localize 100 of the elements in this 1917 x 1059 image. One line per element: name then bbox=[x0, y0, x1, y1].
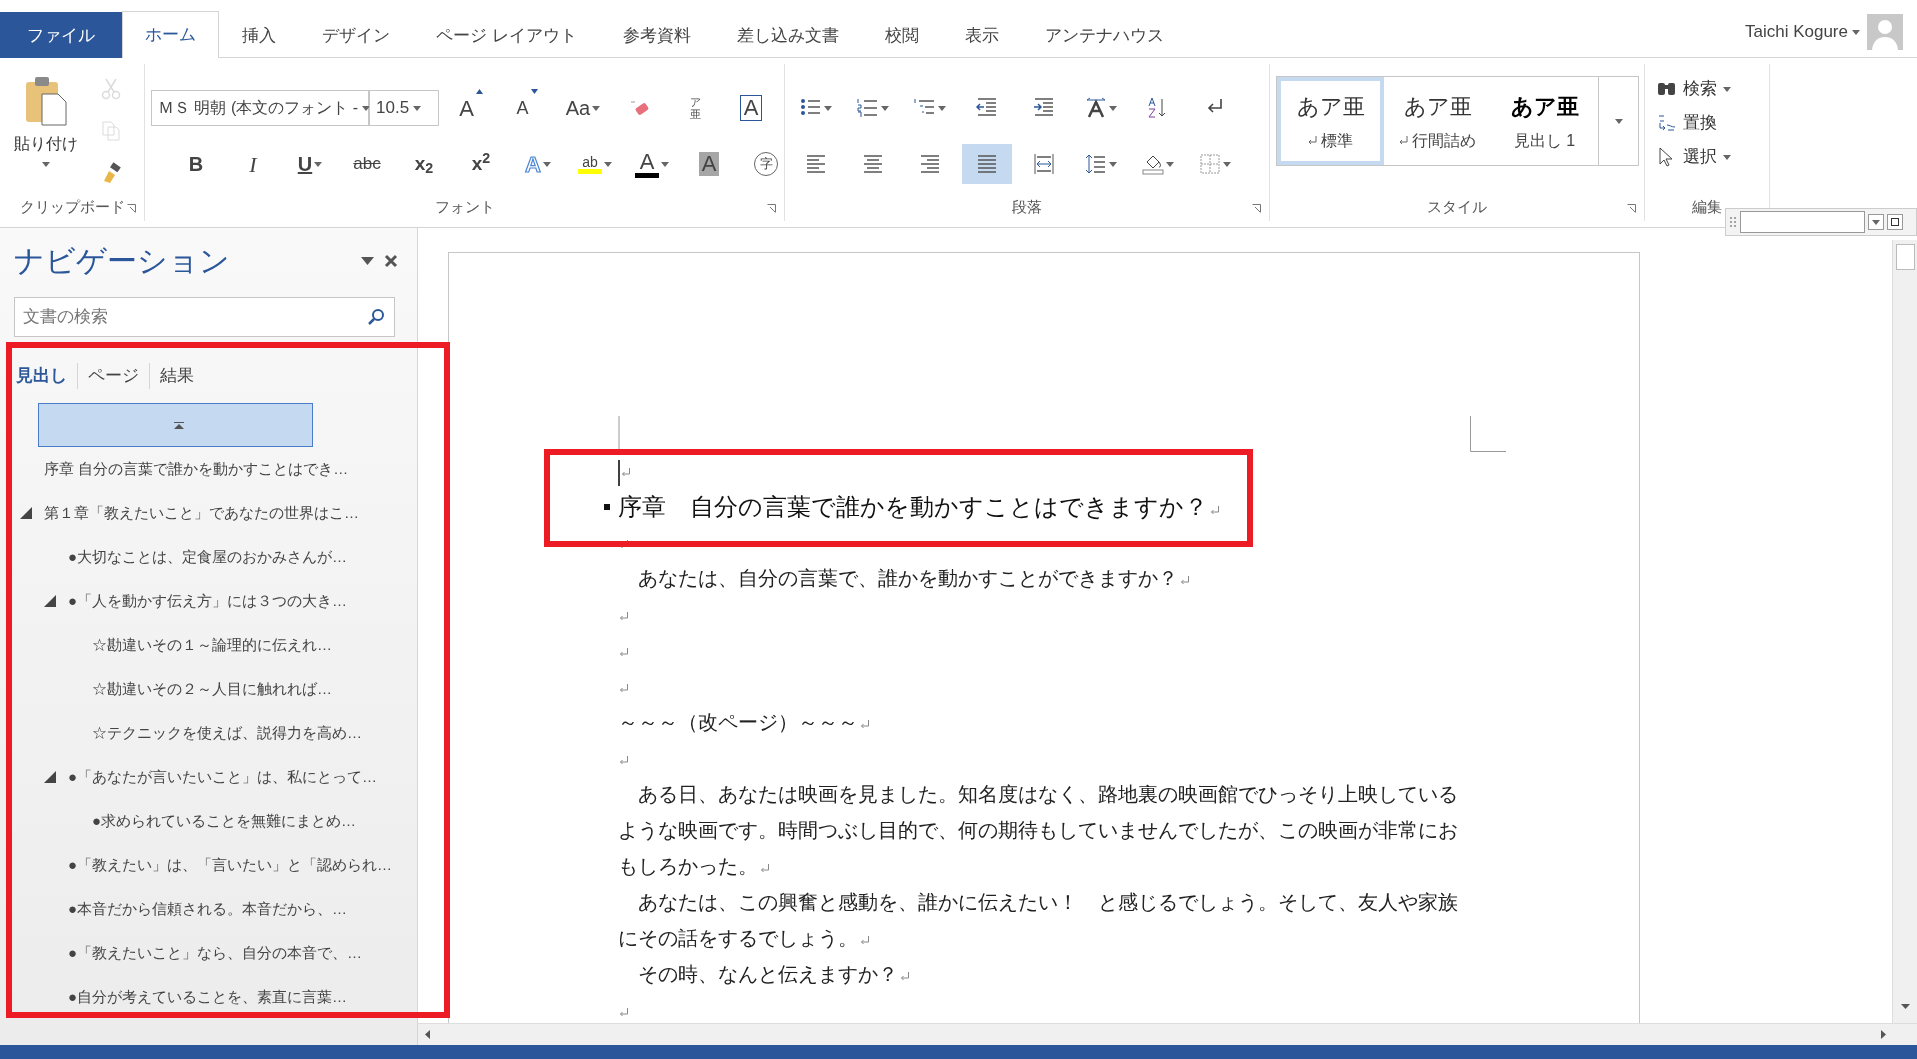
character-shading-button[interactable]: A bbox=[684, 144, 734, 184]
bold-button[interactable]: B bbox=[171, 144, 221, 184]
dropdown-button[interactable] bbox=[1868, 214, 1884, 230]
select-button[interactable]: 選択 bbox=[1651, 140, 1737, 174]
group-label: 段落 bbox=[1012, 196, 1042, 217]
dialog-launcher-icon bbox=[1627, 204, 1636, 213]
ribbon-tab[interactable]: デザイン bbox=[299, 12, 413, 58]
crop-mark bbox=[1470, 416, 1506, 452]
find-button[interactable]: 検索 bbox=[1651, 72, 1737, 106]
style-item[interactable]: あア亜 標準 bbox=[1277, 77, 1384, 165]
paragraph-text: ある日、あなたは映画を見ました。知名度はなく、路地裏の映画館でひっそり上映しているような映画です。時間つぶし目的で、何の期待もしていませんでしたが、この映画が非常におもしろかった。 bbox=[618, 777, 1470, 885]
strikethrough-button[interactable]: abc bbox=[342, 144, 392, 184]
letter-a-arrows-icon bbox=[1085, 97, 1107, 119]
caret-icon bbox=[1872, 219, 1880, 225]
grip-icon bbox=[1729, 216, 1737, 228]
copy-icon bbox=[101, 120, 121, 142]
caret-icon bbox=[361, 257, 374, 266]
heading-item[interactable]: ●本音だから信頼される。本音だから、… bbox=[0, 887, 417, 931]
replace-button[interactable]: 置換 bbox=[1651, 106, 1737, 140]
grow-font-button[interactable]: A bbox=[446, 88, 496, 128]
left-arrow-icon bbox=[425, 1030, 430, 1039]
justify-button[interactable] bbox=[962, 144, 1012, 184]
font-name-value: ＭＳ 明朝 (本文のフォント - bbox=[158, 98, 358, 118]
heading-item[interactable]: 第１章「教えたいこと」であなたの世界はこ… bbox=[0, 491, 417, 535]
heading-item[interactable]: ●「教えたい」は、「言いたい」と「認められ… bbox=[0, 843, 417, 887]
paste-button[interactable]: 貼り付け bbox=[6, 64, 86, 194]
caret-icon bbox=[413, 105, 422, 111]
justify-icon bbox=[976, 153, 998, 175]
heading-item[interactable]: ●「あなたが言いたいこと」は、私にとって… bbox=[0, 755, 417, 799]
shrink-font-button[interactable]: A bbox=[502, 88, 552, 128]
scroll-right-button[interactable] bbox=[1880, 1029, 1887, 1040]
heading-item[interactable]: ☆テクニックを使えば、説得力を高め… bbox=[0, 711, 417, 755]
paragraph-text: あなたは、この興奮と感動を、誰かに伝えたい！ と感じるでしょう。そして、友人や家族にその話をするでしょう。 bbox=[618, 885, 1470, 957]
heading-item[interactable]: ●「教えたいこと」なら、自分の本音で、… bbox=[0, 931, 417, 975]
caret-icon bbox=[1223, 161, 1231, 167]
font-size-field[interactable]: 10.5 bbox=[369, 90, 439, 126]
paragraph-text: ～～～（改ページ）～～～ bbox=[618, 705, 1470, 741]
line-spacing-icon bbox=[1085, 153, 1107, 175]
eraser-icon bbox=[628, 98, 650, 118]
heading-item[interactable]: ●大切なことは、定食屋のおかみさんが… bbox=[0, 535, 417, 579]
highlight-button[interactable]: ab bbox=[570, 144, 620, 184]
pane-tab[interactable]: 結果 bbox=[150, 363, 204, 389]
heading-item[interactable]: ●「人を動かす伝え方」には３つの大き… bbox=[0, 579, 417, 623]
ribbon-tab[interactable]: ホーム bbox=[122, 11, 219, 58]
italic-button[interactable]: I bbox=[228, 144, 278, 184]
file-tab[interactable]: ファイル bbox=[0, 12, 122, 58]
font-color-button[interactable]: A bbox=[627, 144, 677, 184]
text-field[interactable] bbox=[1740, 211, 1865, 233]
maximize-icon bbox=[1891, 218, 1899, 226]
collapse-up-icon bbox=[173, 421, 184, 429]
paint-bucket-icon bbox=[1142, 153, 1164, 175]
scroll-left-button[interactable] bbox=[424, 1029, 431, 1040]
style-label: 標準 bbox=[1321, 130, 1353, 151]
ribbon-tab[interactable]: アンテナハウス bbox=[1021, 12, 1187, 58]
enclosed-character-button[interactable]: 字 bbox=[741, 144, 791, 184]
underline-button[interactable]: U bbox=[285, 144, 335, 184]
maximize-button[interactable] bbox=[1887, 214, 1903, 230]
pane-tab[interactable]: ページ bbox=[78, 363, 150, 389]
ribbon-tab[interactable]: 差し込み文書 bbox=[713, 12, 862, 58]
ribbon-tab[interactable]: 挿入 bbox=[219, 12, 299, 58]
down-triangle-icon bbox=[530, 89, 538, 94]
ribbon-tab[interactable]: ページ レイアウト bbox=[413, 12, 600, 58]
ribbon-tab[interactable]: 表示 bbox=[941, 12, 1022, 58]
caret-icon bbox=[604, 161, 612, 167]
style-preview: あア亜 bbox=[1510, 92, 1579, 121]
heading-marker-icon bbox=[604, 504, 610, 510]
text-effect-button[interactable]: A bbox=[513, 144, 563, 184]
pane-tab[interactable]: 見出し bbox=[14, 363, 78, 389]
ribbon-tab[interactable]: 校閲 bbox=[861, 12, 942, 58]
heading-item[interactable] bbox=[38, 403, 313, 447]
superscript-button[interactable]: x$^{2}$ bbox=[456, 144, 506, 184]
user-menu[interactable]: Taichi Kogure bbox=[1744, 18, 1861, 46]
pane-title: ナビゲーション bbox=[14, 243, 230, 279]
style-preview: あア亜 bbox=[1403, 92, 1472, 121]
heading-item[interactable]: ●求められていることを無難にまとめ… bbox=[0, 799, 417, 843]
change-case-button[interactable]: Aa bbox=[558, 88, 608, 128]
align-left-icon bbox=[805, 153, 827, 175]
caret-icon bbox=[881, 105, 889, 111]
caret-icon bbox=[938, 105, 946, 111]
group-label: フォント bbox=[434, 196, 495, 217]
ribbon-tab[interactable]: 参考資料 bbox=[599, 12, 714, 58]
font-size-value: 10.5 bbox=[376, 97, 410, 120]
caret-icon bbox=[1614, 119, 1623, 125]
search-field[interactable]: 文書の検索 bbox=[14, 297, 395, 337]
heading-item[interactable]: 序章 自分の言葉で誰かを動かすことはでき… bbox=[0, 447, 417, 491]
character-border-button[interactable]: A bbox=[726, 88, 776, 128]
heading-item[interactable]: ☆勘違いその２～人目に触れれば… bbox=[0, 667, 417, 711]
scroll-thumb[interactable] bbox=[1895, 244, 1915, 270]
up-triangle-icon bbox=[475, 89, 483, 94]
phonetic-guide-button[interactable]: ア亜 bbox=[670, 88, 720, 128]
dialog-launcher-icon bbox=[127, 204, 136, 213]
down-arrow-icon bbox=[1900, 1004, 1910, 1010]
scissors-icon bbox=[101, 78, 121, 100]
subscript-button[interactable]: x$_{2}$ bbox=[399, 144, 449, 184]
heading-item[interactable]: ☆勘違いその１～論理的に伝えれ… bbox=[0, 623, 417, 667]
caret-icon bbox=[542, 161, 551, 167]
font-name-field[interactable]: ＭＳ 明朝 (本文のフォント - bbox=[151, 90, 369, 126]
heading-item[interactable]: ●自分が考えていることを、素直に言葉… bbox=[0, 975, 417, 1019]
paintbrush-icon bbox=[101, 162, 121, 184]
paragraph-text: あなたは、自分の言葉で、誰かを動かすことができますか？ bbox=[618, 561, 1470, 597]
